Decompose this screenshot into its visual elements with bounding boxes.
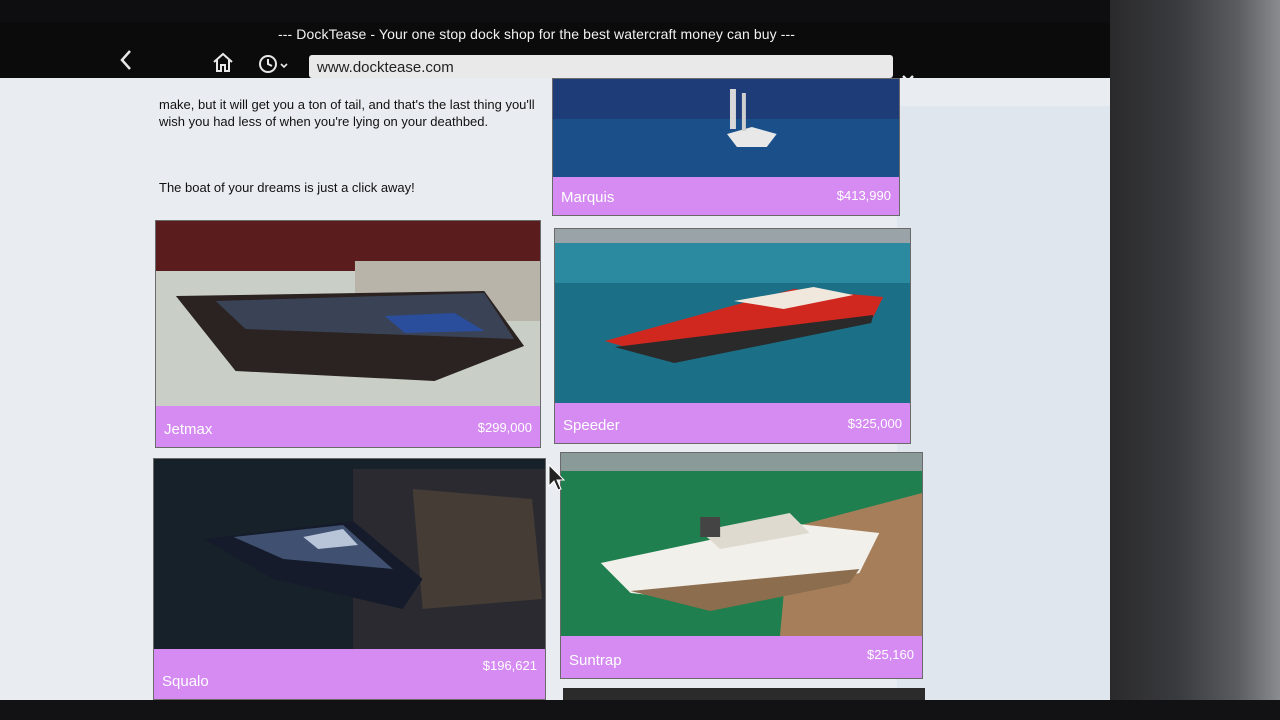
boat-image-jetmax [156, 221, 540, 408]
history-button[interactable] [257, 53, 293, 79]
boat-card-speeder[interactable]: Speeder $325,000 [554, 228, 911, 444]
address-bar[interactable]: www.docktease.com [309, 55, 893, 78]
monitor-bezel-bottom [0, 700, 1280, 720]
home-button[interactable] [211, 51, 235, 77]
chevron-left-icon [120, 50, 131, 70]
boat-label-bar: Suntrap $25,160 [561, 636, 922, 678]
tagline: The boat of your dreams is just a click … [159, 180, 415, 195]
boat-label-bar: Squalo $196,621 [154, 649, 545, 699]
boat-image-squalo [154, 459, 545, 651]
home-icon [213, 52, 233, 72]
boat-name: Suntrap [569, 652, 622, 669]
boat-name: Speeder [563, 417, 620, 434]
boat-price: $299,000 [477, 420, 532, 435]
boat-card-jetmax[interactable]: Jetmax $299,000 [155, 220, 541, 448]
boat-price: $196,621 [482, 658, 537, 673]
intro-paragraph: make, but it will get you a ton of tail,… [159, 97, 535, 129]
mouse-cursor-icon [548, 464, 566, 491]
right-sidebar [897, 106, 1110, 700]
boat-label-bar: Speeder $325,000 [555, 403, 910, 443]
boat-label-bar: Marquis $413,990 [553, 177, 899, 215]
boat-card-squalo[interactable]: Squalo $196,621 [153, 458, 546, 700]
boat-image-marquis [553, 79, 899, 179]
back-button[interactable] [118, 49, 134, 75]
boat-name: Marquis [561, 189, 615, 206]
boat-price: $413,990 [836, 188, 891, 203]
monitor-bezel-right [1110, 0, 1280, 720]
boat-image-suntrap [561, 453, 922, 638]
boat-name: Squalo [162, 673, 209, 690]
boat-label-bar: Jetmax $299,000 [156, 406, 540, 447]
boat-card-suntrap[interactable]: Suntrap $25,160 [560, 452, 923, 679]
clock-icon [259, 55, 288, 73]
boat-price: $325,000 [847, 416, 902, 431]
boat-card-partial[interactable] [563, 688, 925, 700]
boat-price: $25,160 [867, 647, 914, 662]
url-text: www.docktease.com [317, 59, 454, 76]
boat-image-speeder [555, 229, 910, 405]
boat-name: Jetmax [164, 421, 213, 438]
window-title: --- DockTease - Your one stop dock shop … [278, 26, 796, 42]
web-page: make, but it will get you a ton of tail,… [0, 78, 1110, 700]
boat-card-marquis[interactable]: Marquis $413,990 [552, 78, 900, 216]
